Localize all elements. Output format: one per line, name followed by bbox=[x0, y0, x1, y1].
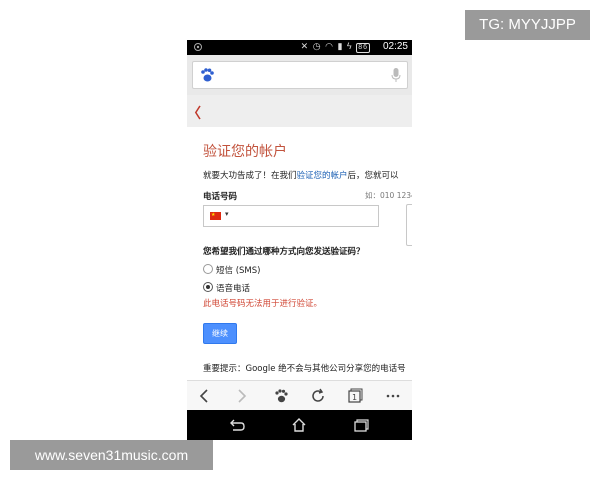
back-icon[interactable] bbox=[197, 388, 213, 404]
sms-radio[interactable] bbox=[203, 264, 213, 274]
verify-account-card: 验证您的帐户 就要大功告成了！在我们验证您的帐户后，您就可以 电话号码 如：01… bbox=[187, 127, 412, 380]
logo-fragment: 〈 bbox=[187, 106, 201, 122]
tooltip-bubble bbox=[406, 204, 412, 246]
voice-call-label[interactable]: 语音电话 bbox=[216, 282, 250, 294]
intro-text: 就要大功告成了！在我们验证您的帐户后，您就可以 bbox=[203, 169, 399, 181]
alarm-icon: ◷ bbox=[312, 41, 322, 51]
china-flag-icon[interactable]: ★ bbox=[210, 212, 221, 220]
voice-call-radio[interactable] bbox=[203, 282, 213, 292]
more-icon[interactable] bbox=[385, 388, 401, 404]
tab-count: 1 bbox=[352, 393, 358, 402]
site-watermark: www.seven31music.com bbox=[10, 440, 213, 470]
phone-number-field[interactable]: ★ ▾ bbox=[203, 205, 379, 227]
recent-apps-icon[interactable] bbox=[353, 417, 369, 433]
phone-screen: ✕ ◷ ◠ ▮ ϟ 86 02:25 〈 验证您的帐户 就要大功告成了！在我们验… bbox=[187, 40, 412, 440]
refresh-icon[interactable] bbox=[310, 388, 326, 404]
android-nav-bar bbox=[187, 410, 412, 440]
signal-icon: ▮ bbox=[337, 41, 344, 51]
country-dropdown-icon[interactable]: ▾ bbox=[225, 210, 229, 218]
baidu-paw-icon[interactable] bbox=[273, 388, 289, 404]
verify-account-link[interactable]: 验证您的帐户 bbox=[297, 171, 348, 181]
continue-button[interactable]: 继续 bbox=[203, 323, 237, 344]
page-header-strip: 〈 bbox=[187, 95, 412, 127]
error-message: 此电话号码无法用于进行验证。 bbox=[203, 299, 323, 309]
delivery-method-question: 您希望我们通过哪种方式向您发送验证码？ bbox=[203, 247, 365, 257]
browser-url-bar bbox=[187, 55, 412, 95]
page-title: 验证您的帐户 bbox=[203, 144, 287, 160]
clock: 02:25 bbox=[382, 41, 408, 52]
forward-icon[interactable] bbox=[233, 388, 249, 404]
search-input[interactable] bbox=[192, 61, 408, 89]
phone-number-hint: 如：010 1234 bbox=[365, 191, 412, 200]
mute-icon: ✕ bbox=[300, 41, 310, 51]
android-debug-icon bbox=[194, 43, 202, 51]
microphone-icon[interactable] bbox=[391, 67, 401, 83]
tabs-icon[interactable]: 1 bbox=[347, 388, 363, 404]
battery-level: 86 bbox=[356, 43, 370, 53]
status-icons: ✕ ◷ ◠ ▮ ϟ 86 bbox=[301, 41, 370, 53]
home-icon[interactable] bbox=[291, 417, 307, 433]
wifi-icon: ◠ bbox=[325, 41, 334, 51]
status-bar: ✕ ◷ ◠ ▮ ϟ 86 02:25 bbox=[187, 40, 412, 55]
browser-toolbar: 1 bbox=[187, 380, 412, 411]
privacy-note: 重要提示：Google 绝不会与其他公司分享您的电话号 bbox=[203, 364, 406, 374]
baidu-paw-icon[interactable] bbox=[199, 67, 215, 83]
tg-watermark: TG: MYYJJPP bbox=[465, 10, 590, 40]
sms-label[interactable]: 短信 (SMS) bbox=[216, 264, 260, 276]
charging-icon: ϟ bbox=[346, 41, 353, 51]
back-icon[interactable] bbox=[229, 417, 245, 433]
intro-before: 就要大功告成了！在我们 bbox=[203, 171, 297, 181]
phone-number-label: 电话号码 bbox=[203, 192, 238, 202]
intro-after: 后，您就可以 bbox=[347, 171, 399, 181]
